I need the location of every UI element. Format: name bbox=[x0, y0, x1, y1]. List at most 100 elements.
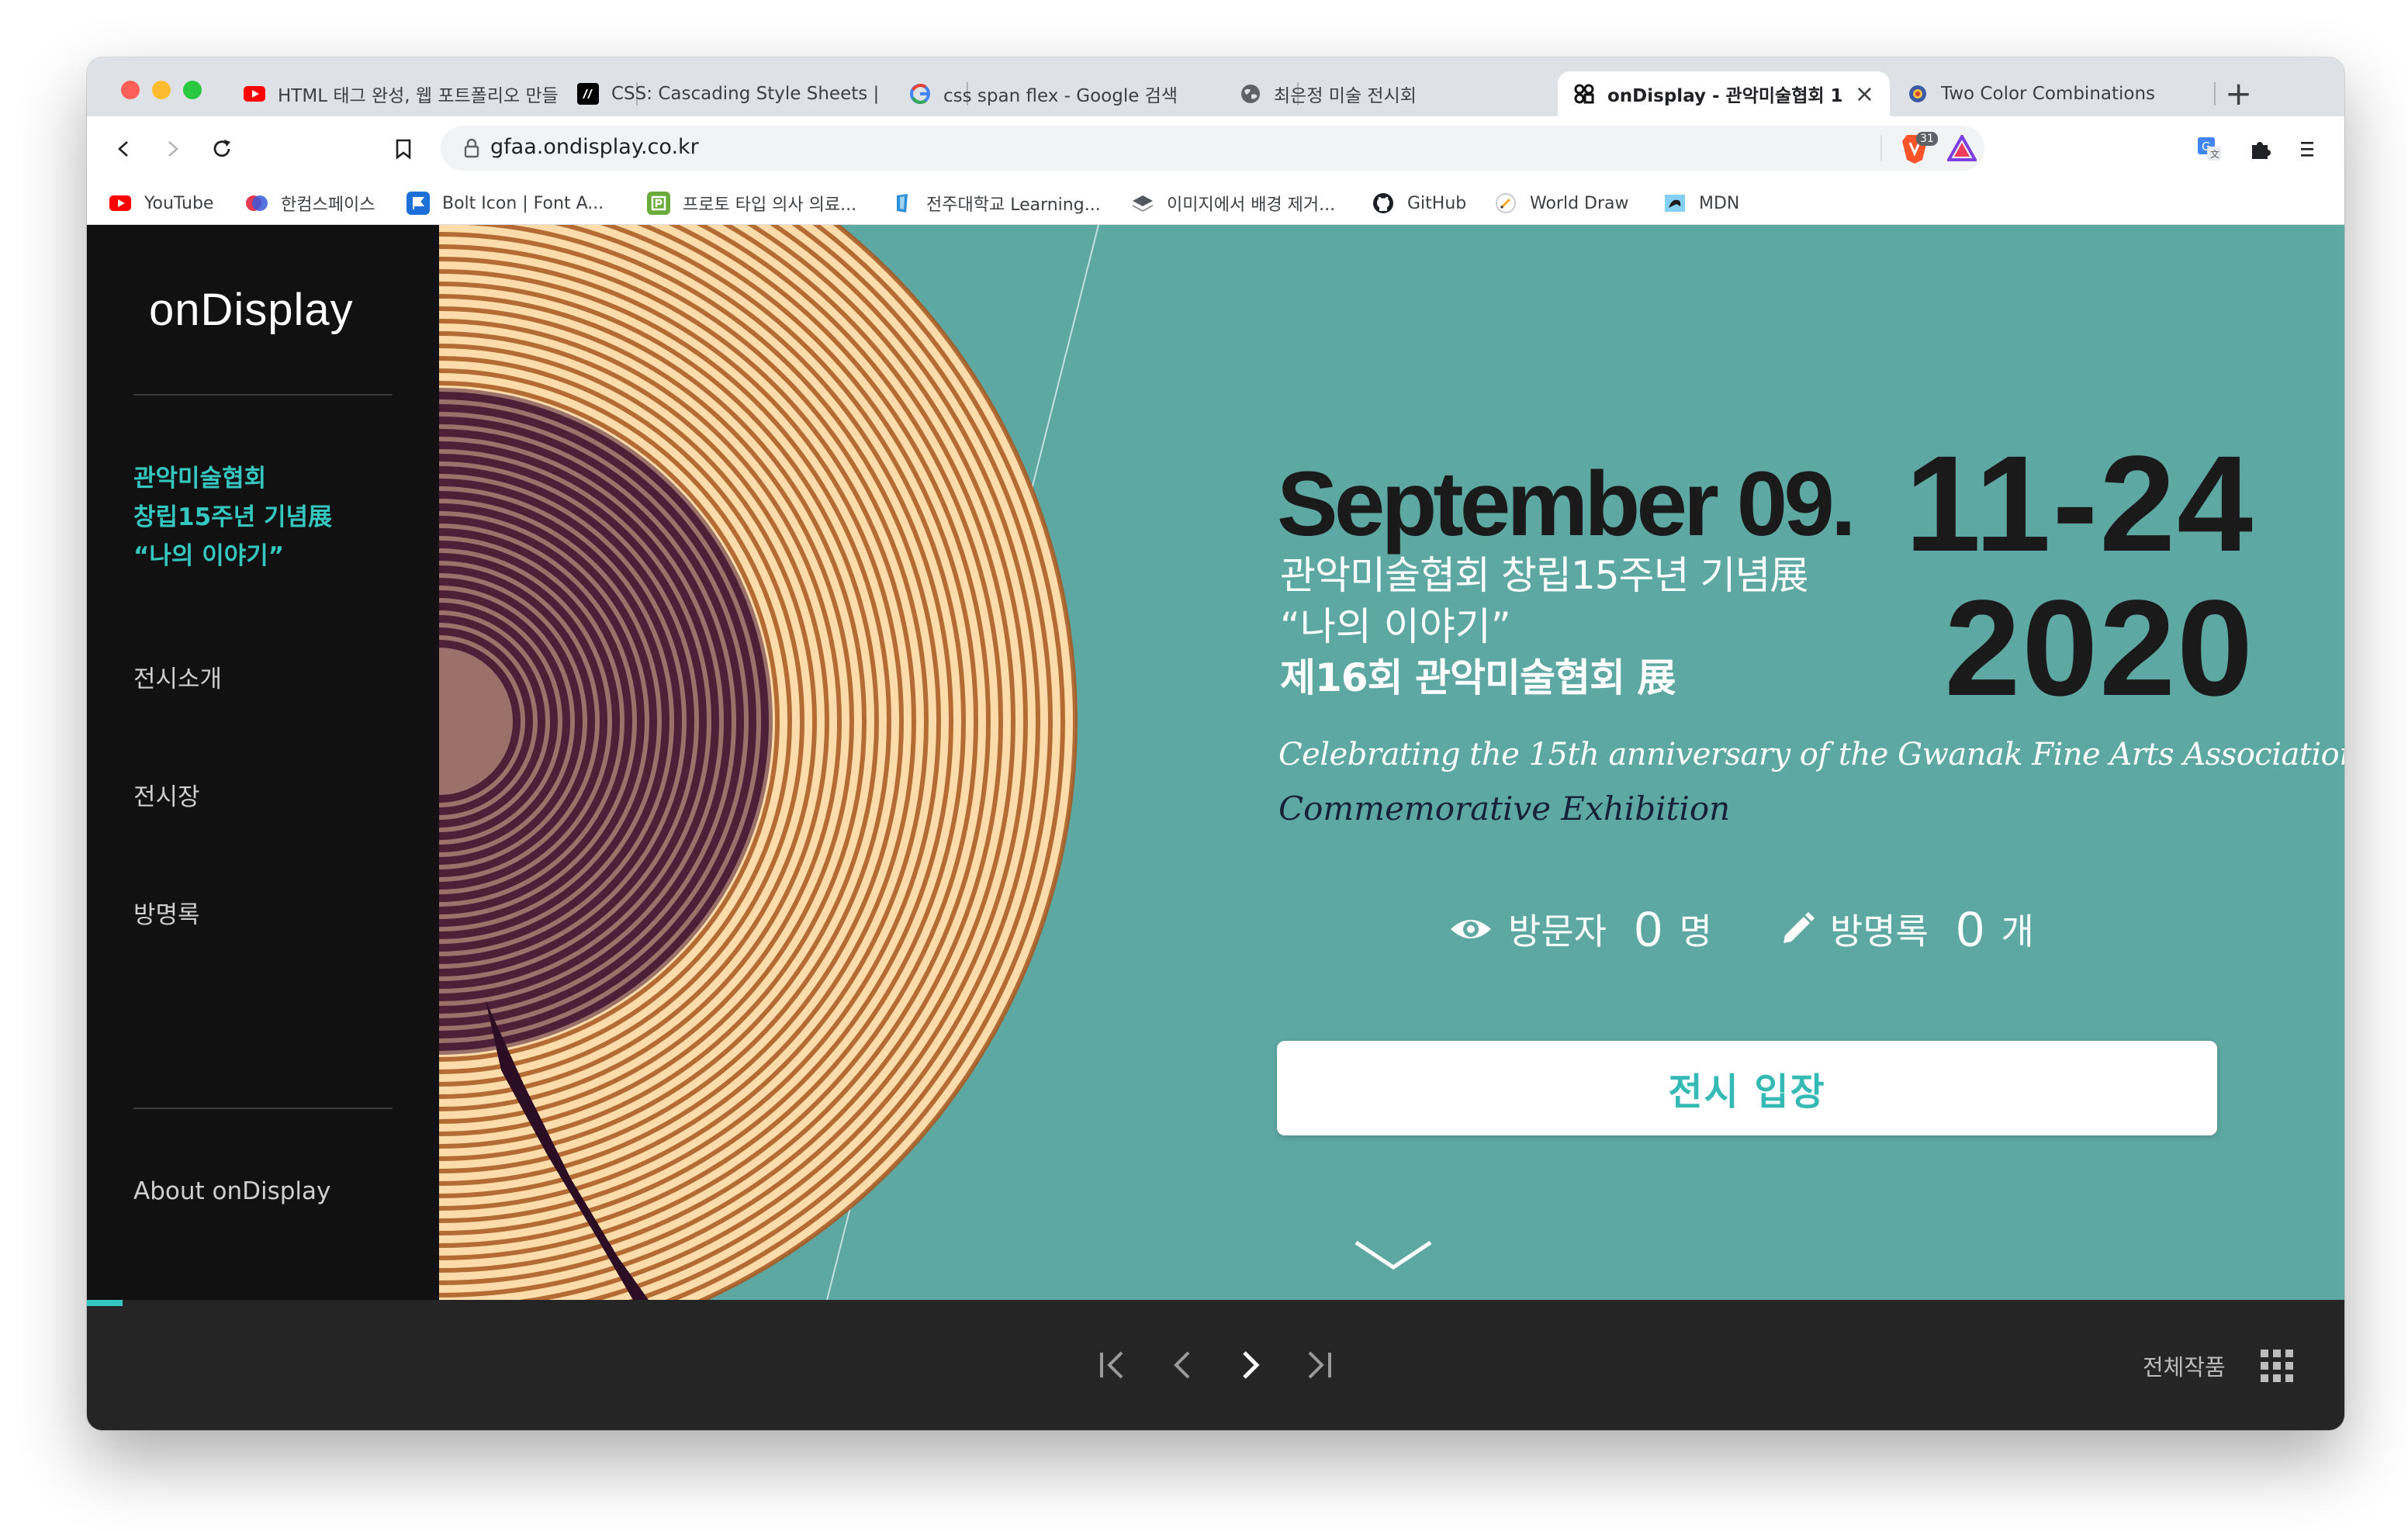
previous-page-button[interactable] bbox=[1165, 1348, 1199, 1382]
sidebar-item-guestbook[interactable]: 방명록 bbox=[133, 895, 200, 930]
visitors-label: 방문자 bbox=[1508, 911, 1607, 952]
reload-button[interactable] bbox=[205, 132, 239, 166]
forward-button[interactable] bbox=[155, 132, 189, 166]
bookmark-mdn[interactable]: MDN bbox=[1663, 189, 1739, 217]
bookmark-label: 이미지에서 배경 제거... bbox=[1167, 195, 1336, 215]
github-icon bbox=[1372, 192, 1395, 215]
tab-separator bbox=[2214, 82, 2216, 105]
tab-strip: HTML 태그 완성, 웹 포트폴리오 만들 CSS: Cascading St… bbox=[87, 57, 2344, 116]
scroll-down-icon[interactable] bbox=[1353, 1238, 1434, 1275]
about-ondisplay-link[interactable]: About onDisplay bbox=[133, 1177, 330, 1205]
minimize-window-button[interactable] bbox=[152, 81, 171, 99]
sidebar-divider bbox=[133, 1108, 393, 1109]
url-text: gfaa.ondisplay.co.kr bbox=[490, 135, 699, 159]
hancom-icon bbox=[245, 192, 268, 215]
bookmark-jeonju[interactable]: 전주대학교 Learning... bbox=[891, 189, 1101, 217]
tab-title: HTML 태그 완성, 웹 포트폴리오 만들 bbox=[278, 86, 559, 106]
tab-ondisplay[interactable]: onDisplay - 관악미술협회 15주 × bbox=[1558, 71, 1890, 116]
arrow-left-icon bbox=[118, 141, 128, 157]
tab-two-color[interactable]: Two Color Combinations bbox=[1891, 71, 2217, 116]
guestbook-label: 방명록 bbox=[1829, 911, 1929, 952]
arrow-right-icon bbox=[168, 141, 178, 157]
bookmark-bolt-icon[interactable]: Bolt Icon | Font A... bbox=[407, 189, 604, 217]
sidebar-item-intro[interactable]: 전시소개 bbox=[133, 659, 222, 694]
extensions-button[interactable] bbox=[2244, 132, 2278, 166]
back-button[interactable] bbox=[107, 132, 141, 166]
first-page-icon bbox=[1100, 1351, 1123, 1379]
bookmark-hancom[interactable]: 한컴스페이스 bbox=[245, 189, 375, 217]
bookmark-label: 프로토 타입 의사 의료... bbox=[683, 195, 857, 215]
grid-icon[interactable] bbox=[2261, 1350, 2293, 1382]
bookmark-proto[interactable]: 프로토 타입 의사 의료... bbox=[647, 189, 856, 217]
exhibition-subtitle: 관악미술협회 창립15주년 기념展 bbox=[1280, 553, 1808, 598]
bookmark-youtube[interactable]: YouTube bbox=[109, 189, 213, 217]
bookmark-remove-bg[interactable]: 이미지에서 배경 제거... bbox=[1131, 189, 1335, 217]
tree-ring-artwork bbox=[87, 225, 1106, 1360]
youtube-icon bbox=[109, 192, 132, 215]
ondisplay-icon bbox=[1573, 83, 1595, 105]
browser-toolbar: gfaa.ondisplay.co.kr 31 G文 bbox=[87, 116, 2344, 181]
youtube-icon bbox=[244, 83, 265, 105]
chevron-right-icon bbox=[1243, 1351, 1260, 1379]
bookmark-label: Bolt Icon | Font A... bbox=[442, 193, 604, 213]
close-window-button[interactable] bbox=[121, 81, 140, 99]
bookmark-label: 한컴스페이스 bbox=[281, 195, 375, 215]
mdn-icon bbox=[577, 83, 599, 105]
visitors-unit: 명 bbox=[1679, 911, 1712, 952]
browser-window: HTML 태그 완성, 웹 포트폴리오 만들 CSS: Cascading St… bbox=[87, 57, 2344, 1430]
reload-icon bbox=[213, 140, 230, 157]
flag-icon bbox=[407, 192, 430, 215]
brave-rewards-icon[interactable] bbox=[1946, 133, 1978, 164]
bookmark-label: World Draw bbox=[1530, 193, 1629, 213]
tab-title: 최은정 미술 전시회 bbox=[1274, 86, 1417, 106]
footer-navigation: 전체작품 bbox=[87, 1300, 2344, 1430]
bookmark-github[interactable]: GitHub bbox=[1372, 189, 1466, 217]
tab-title: css span flex - Google 검색 bbox=[943, 86, 1178, 106]
first-page-button[interactable] bbox=[1095, 1348, 1130, 1382]
proto-icon bbox=[647, 192, 670, 215]
tab-title: Two Color Combinations bbox=[1941, 84, 2156, 104]
translate-icon: G文 bbox=[2198, 137, 2221, 161]
exhibition-year: 2020 bbox=[1944, 572, 2254, 724]
address-bar[interactable]: gfaa.ondisplay.co.kr 31 bbox=[441, 126, 1984, 171]
book-icon bbox=[891, 192, 914, 215]
translate-button[interactable]: G文 bbox=[2192, 132, 2226, 166]
guestbook-unit: 개 bbox=[2001, 911, 2034, 952]
exhibition-title-link[interactable]: 관악미술협회 창립15주년 기념展 “나의 이야기” bbox=[133, 459, 413, 575]
ondisplay-logo[interactable]: onDisplay bbox=[149, 284, 354, 336]
menu-button[interactable] bbox=[2290, 132, 2324, 166]
tab-title: CSS: Cascading Style Sheets | bbox=[611, 84, 880, 104]
close-tab-icon[interactable]: × bbox=[1855, 81, 1874, 108]
exhibition-theme: “나의 이야기” bbox=[1280, 604, 1511, 649]
pencil-icon bbox=[1780, 912, 1815, 946]
bookmark-label: MDN bbox=[1699, 193, 1740, 213]
bookmark-label: GitHub bbox=[1407, 193, 1467, 213]
tab-title: onDisplay - 관악미술협회 15주 bbox=[1607, 86, 1844, 106]
last-page-button[interactable] bbox=[1302, 1348, 1336, 1382]
sidebar: onDisplay 관악미술협회 창립15주년 기념展 “나의 이야기” 전시소… bbox=[87, 225, 439, 1300]
maximize-window-button[interactable] bbox=[183, 81, 202, 99]
enter-exhibition-button[interactable]: 전시 입장 bbox=[1277, 1041, 2217, 1135]
omnibox-divider bbox=[1880, 135, 1882, 161]
menu-icon bbox=[2301, 142, 2313, 157]
world-draw-icon bbox=[1494, 192, 1517, 215]
all-works-label[interactable]: 전체작품 bbox=[2143, 1350, 2226, 1382]
bookmark-label: YouTube bbox=[144, 193, 214, 213]
bookmark-world-draw[interactable]: World Draw bbox=[1494, 189, 1629, 217]
brave-shield-icon[interactable]: 31 bbox=[1899, 132, 1938, 164]
sidebar-item-gallery[interactable]: 전시장 bbox=[133, 777, 200, 812]
english-caption: Celebrating the 15th anniversary of the … bbox=[1278, 737, 2344, 772]
chevron-left-icon bbox=[1174, 1351, 1190, 1379]
exhibition-month: September 09. bbox=[1277, 453, 1856, 555]
bookmark-page-button[interactable] bbox=[386, 132, 420, 166]
new-tab-button[interactable]: + bbox=[2225, 74, 2252, 113]
visit-stats: 방문자 0 명 방명록 0 개 bbox=[1449, 898, 2034, 960]
exhibition-dates: 11-24 bbox=[1905, 428, 2254, 580]
lock-icon bbox=[464, 138, 479, 161]
bookmarks-bar: YouTube 한컴스페이스 Bolt Icon | Font A... 프로토… bbox=[87, 181, 2344, 225]
google-icon bbox=[909, 83, 931, 105]
progress-indicator bbox=[87, 1300, 123, 1306]
next-page-button[interactable] bbox=[1233, 1348, 1268, 1382]
sidebar-divider bbox=[133, 394, 393, 396]
mdn-icon bbox=[1663, 192, 1687, 215]
